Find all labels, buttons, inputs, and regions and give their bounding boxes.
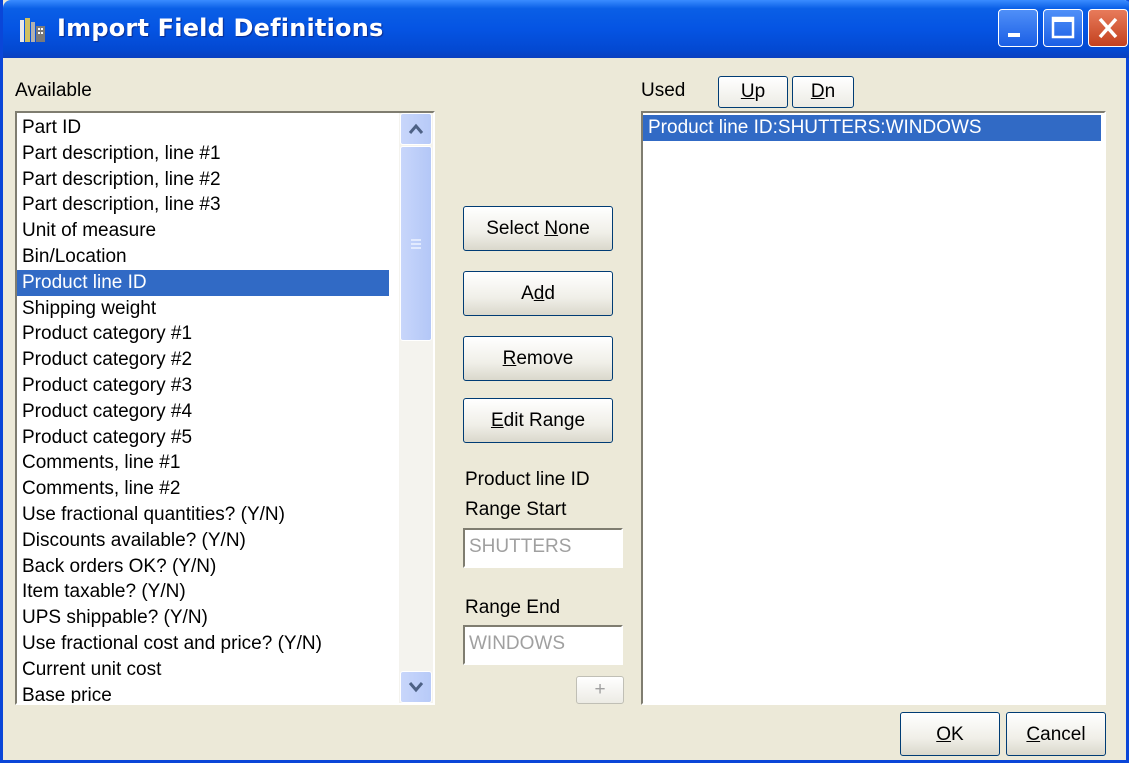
add-label-rest: d <box>544 282 555 304</box>
ok-button[interactable]: OK <box>900 712 1000 756</box>
list-item[interactable]: Part description, line #1 <box>17 141 389 167</box>
window-title: Import Field Definitions <box>57 14 384 42</box>
list-item[interactable]: Use fractional cost and price? (Y/N) <box>17 631 389 657</box>
select-none-accel: N <box>544 217 559 239</box>
range-start-label: Range Start <box>465 499 567 520</box>
add-button[interactable]: Add <box>463 271 613 316</box>
select-none-label: Select <box>486 217 545 239</box>
list-item[interactable]: Product line ID <box>17 269 389 296</box>
available-scrollbar[interactable] <box>399 113 433 703</box>
list-item[interactable]: UPS shippable? (Y/N) <box>17 605 389 631</box>
import-field-definitions-dialog: Import Field Definitions Available Part … <box>0 0 1129 763</box>
scroll-up-button[interactable] <box>400 113 432 145</box>
cancel-button[interactable]: Cancel <box>1006 712 1106 756</box>
scroll-down-button[interactable] <box>400 671 432 703</box>
cancel-accel: C <box>1026 723 1041 745</box>
cancel-label-rest: ancel <box>1040 723 1086 745</box>
list-item[interactable]: Product category #3 <box>17 373 389 399</box>
minimize-button[interactable] <box>998 9 1038 47</box>
scroll-thumb[interactable] <box>400 146 432 341</box>
dn-label-rest: n <box>824 81 836 102</box>
remove-label-rest: emove <box>516 347 574 369</box>
up-button[interactable]: Up <box>718 76 788 108</box>
list-item[interactable]: Part ID <box>17 115 389 141</box>
app-icon <box>20 18 45 42</box>
list-item[interactable]: Item taxable? (Y/N) <box>17 579 389 605</box>
ok-label-rest: K <box>951 723 964 745</box>
list-item[interactable]: Comments, line #2 <box>17 476 389 502</box>
edit-range-button[interactable]: Edit Range <box>463 398 613 443</box>
list-item[interactable]: Back orders OK? (Y/N) <box>17 554 389 580</box>
range-end-field[interactable]: WINDOWS <box>463 625 623 665</box>
list-item[interactable]: Product line ID:SHUTTERS:WINDOWS <box>643 115 1101 141</box>
chevron-down-icon <box>408 682 424 693</box>
used-label: Used <box>641 80 686 101</box>
select-none-label-rest: one <box>558 217 590 239</box>
close-icon <box>1098 17 1118 39</box>
list-item[interactable]: Shipping weight <box>17 296 389 322</box>
list-item[interactable]: Bin/Location <box>17 244 389 270</box>
list-item[interactable]: Part description, line #2 <box>17 167 389 193</box>
edit-range-label-rest: dit Range <box>503 409 586 431</box>
list-item[interactable]: Base price <box>17 683 389 703</box>
range-field-name: Product line ID <box>465 469 590 490</box>
close-button[interactable] <box>1088 9 1128 47</box>
add-accel: d <box>533 282 545 304</box>
up-accel: U <box>740 81 755 102</box>
select-none-button[interactable]: Select None <box>463 206 613 251</box>
list-item[interactable]: Unit of measure <box>17 218 389 244</box>
maximize-icon <box>1051 16 1075 39</box>
remove-accel: R <box>502 347 517 369</box>
remove-button[interactable]: Remove <box>463 336 613 381</box>
dn-accel: D <box>810 81 825 102</box>
maximize-button[interactable] <box>1043 9 1083 47</box>
available-items: Part ID Part description, line #1 Part des… <box>17 115 389 703</box>
minimize-icon <box>1008 33 1020 37</box>
available-label: Available <box>15 80 92 101</box>
ok-accel: O <box>936 723 952 745</box>
list-item[interactable]: Discounts available? (Y/N) <box>17 528 389 554</box>
add-label: A <box>521 282 534 304</box>
range-start-field[interactable]: SHUTTERS <box>463 528 623 568</box>
list-item[interactable]: Part description, line #3 <box>17 192 389 218</box>
list-item[interactable]: Product category #1 <box>17 321 389 347</box>
title-bar[interactable]: Import Field Definitions <box>3 0 1129 58</box>
dn-button[interactable]: Dn <box>792 76 854 108</box>
range-end-label: Range End <box>465 597 561 618</box>
list-item[interactable]: Product category #2 <box>17 347 389 373</box>
list-item[interactable]: Product category #4 <box>17 399 389 425</box>
used-listbox[interactable]: Product line ID:SHUTTERS:WINDOWS <box>641 111 1106 705</box>
chevron-up-icon <box>408 123 424 134</box>
available-listbox[interactable]: Part ID Part description, line #1 Part des… <box>15 111 435 705</box>
up-label-rest: p <box>754 81 766 102</box>
list-item[interactable]: Comments, line #1 <box>17 450 389 476</box>
grip-icon <box>411 239 421 249</box>
list-item[interactable]: Use fractional quantities? (Y/N) <box>17 502 389 528</box>
edit-range-accel: E <box>490 409 504 431</box>
list-item[interactable]: Product category #5 <box>17 425 389 451</box>
list-item[interactable]: Current unit cost <box>17 657 389 683</box>
plus-button[interactable]: + <box>576 676 624 704</box>
used-items: Product line ID:SHUTTERS:WINDOWS <box>643 115 1101 141</box>
